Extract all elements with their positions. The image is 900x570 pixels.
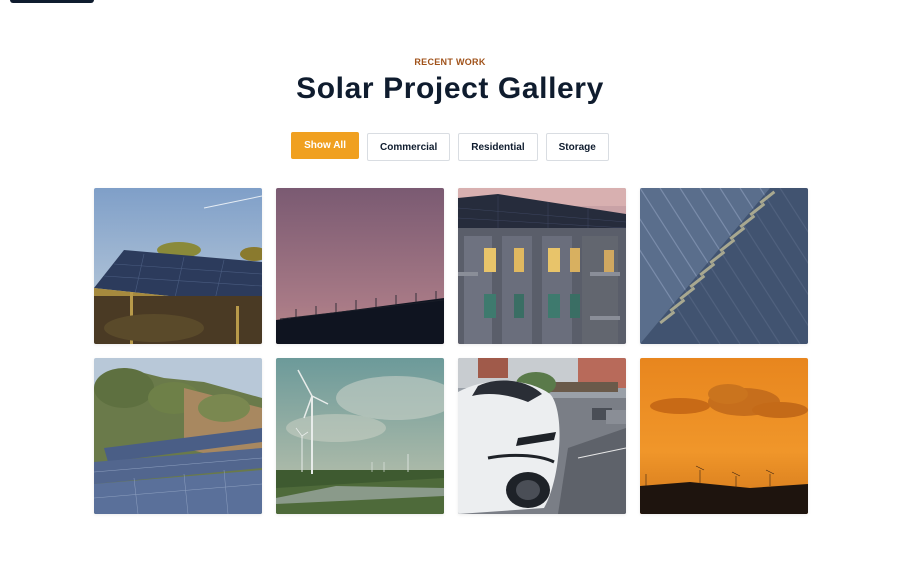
filter-residential-button[interactable]: Residential [458,133,538,161]
filter-show-all-button[interactable]: Show All [291,132,359,159]
section-eyebrow: RECENT WORK [414,57,486,67]
page-title: Solar Project Gallery [296,72,604,105]
gallery-tile[interactable] [458,358,626,514]
filter-bar: Show All Commercial Residential Storage [0,132,900,161]
electric-car-photo [458,358,626,514]
gallery-tile[interactable] [94,358,262,514]
filter-commercial-button[interactable]: Commercial [367,133,451,161]
filter-storage-button[interactable]: Storage [545,133,609,161]
gallery-tile[interactable] [276,358,444,514]
sunset-turbines-photo [640,358,808,514]
gallery-tile[interactable] [276,188,444,344]
top-bar [10,0,94,3]
wind-farm-photo [276,358,444,514]
dusk-horizon-photo [276,188,444,344]
rooftop-building-photo [458,188,626,344]
gallery-tile[interactable] [458,188,626,344]
gallery-tile[interactable] [640,188,808,344]
project-gallery [94,188,808,514]
gallery-tile[interactable] [94,188,262,344]
hillside-panels-photo [94,358,262,514]
solar-canopy-photo [94,188,262,344]
gallery-tile[interactable] [640,358,808,514]
corrugated-roof-photo [640,188,808,344]
